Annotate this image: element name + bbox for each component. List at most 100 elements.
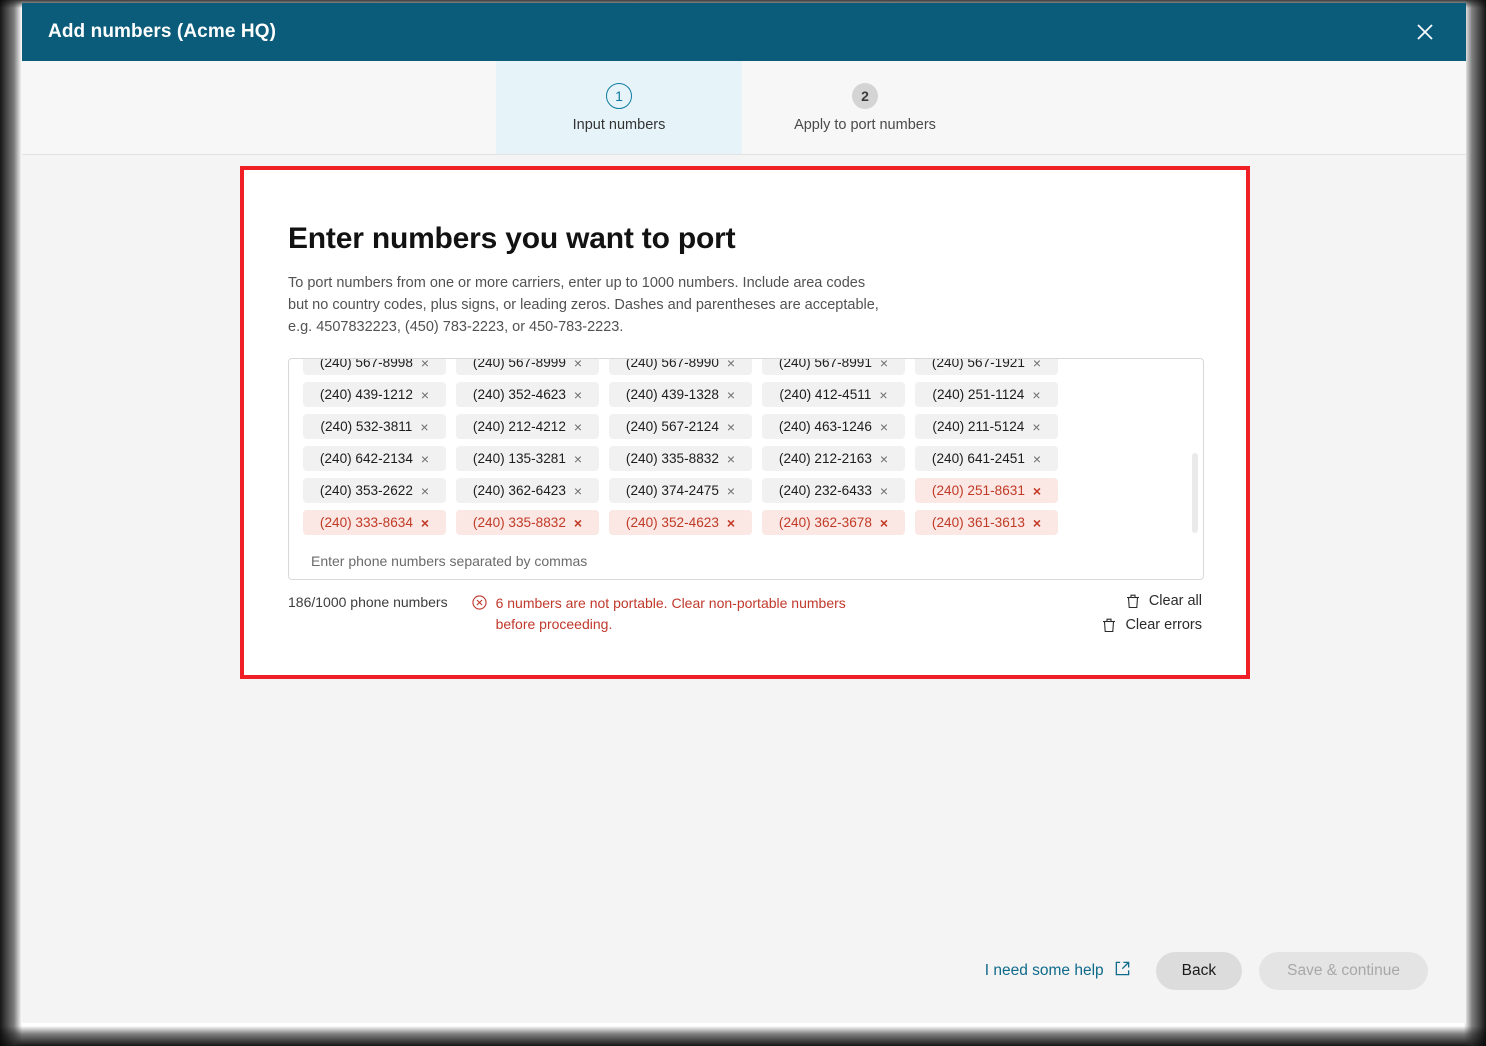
phone-number-chip-label: (240) 135-3281 — [472, 451, 566, 466]
close-icon[interactable]: × — [880, 452, 888, 466]
phone-number-chip[interactable]: (240) 567-2124 × — [609, 414, 752, 439]
external-link-icon — [1114, 960, 1131, 982]
close-icon[interactable]: × — [421, 452, 429, 466]
step-input-numbers[interactable]: 1 Input numbers — [496, 61, 742, 154]
phone-number-chip[interactable]: (240) 212-4212 × — [456, 414, 599, 439]
step-1-number: 1 — [606, 82, 632, 109]
close-icon[interactable]: × — [1033, 452, 1041, 466]
phone-number-chip[interactable]: (240) 532-3811 × — [303, 414, 446, 439]
not-portable-error: 6 numbers are not portable. Clear non-po… — [471, 593, 874, 635]
step-1-label: Input numbers — [572, 116, 666, 133]
close-icon[interactable] — [1408, 15, 1442, 49]
close-icon[interactable]: × — [574, 420, 582, 434]
close-icon[interactable]: × — [727, 359, 735, 370]
phone-number-chip[interactable]: (240) 353-2622 × — [303, 478, 446, 503]
phone-number-chip[interactable]: (240) 567-8991 × — [762, 359, 905, 375]
phone-number-chip-label: (240) 333-8634 — [319, 515, 413, 530]
modal-titlebar: Add numbers (Acme HQ) — [22, 3, 1466, 61]
close-icon[interactable]: × — [574, 359, 582, 370]
phone-number-chip-label: (240) 532-3811 — [320, 419, 413, 434]
phone-number-text-entry[interactable]: Enter phone numbers separated by commas — [289, 543, 1203, 579]
phone-number-chip[interactable]: (240) 463-1246 × — [762, 414, 905, 439]
phone-numbers-input[interactable]: (240) 567-8998 × (240) 567-8999 × (240) 567-… — [288, 358, 1204, 580]
close-icon[interactable]: × — [880, 420, 888, 434]
close-icon[interactable]: × — [574, 452, 582, 466]
input-meta-row: 186/1000 phone numbers 6 numbers are not… — [288, 593, 1204, 635]
close-icon[interactable]: × — [880, 516, 888, 530]
phone-number-chip-error[interactable]: (240) 335-8832 × — [456, 510, 599, 535]
phone-number-chip[interactable]: (240) 135-3281 × — [456, 446, 599, 471]
close-icon[interactable]: × — [879, 388, 887, 402]
phone-number-chip[interactable]: (240) 352-4623 × — [456, 382, 599, 407]
close-icon[interactable]: × — [421, 484, 429, 498]
close-icon[interactable]: × — [574, 388, 582, 402]
close-icon[interactable]: × — [727, 388, 735, 402]
phone-number-chip[interactable]: (240) 212-2163 × — [762, 446, 905, 471]
phone-number-chip-label: (240) 567-1921 — [931, 359, 1025, 370]
phone-number-chip[interactable]: (240) 567-8990 × — [609, 359, 752, 375]
close-icon[interactable]: × — [421, 388, 429, 402]
phone-number-chip[interactable]: (240) 439-1328 × — [609, 382, 752, 407]
back-button[interactable]: Back — [1155, 952, 1243, 990]
phone-number-chip[interactable]: (240) 232-6433 × — [762, 478, 905, 503]
phone-number-chip[interactable]: (240) 567-1921 × — [915, 359, 1058, 375]
close-icon[interactable]: × — [1032, 388, 1040, 402]
close-icon[interactable]: × — [727, 484, 735, 498]
phone-number-chip-error[interactable]: (240) 362-3678 × — [762, 510, 905, 535]
phone-number-chip[interactable]: (240) 567-8998 × — [303, 359, 446, 375]
phone-number-chip-label: (240) 439-1328 — [625, 387, 719, 402]
phone-number-chip-label: (240) 212-4212 — [472, 419, 566, 434]
phone-number-chip[interactable]: (240) 567-8999 × — [456, 359, 599, 375]
close-icon[interactable]: × — [421, 359, 429, 370]
phone-number-chip-row: (240) 642-2134 × (240) 135-3281 × (240) 335-… — [303, 446, 1189, 471]
phone-number-chip[interactable]: (240) 211-5124 × — [915, 414, 1058, 439]
close-icon[interactable]: × — [727, 420, 735, 434]
phone-number-chip[interactable]: (240) 412-4511 × — [762, 382, 905, 407]
close-icon[interactable]: × — [880, 359, 888, 370]
phone-number-chip-label: (240) 439-1212 — [319, 387, 413, 402]
phone-number-chip[interactable]: (240) 362-6423 × — [456, 478, 599, 503]
phone-number-chip[interactable]: (240) 439-1212 × — [303, 382, 446, 407]
step-apply-to-port-numbers[interactable]: 2 Apply to port numbers — [742, 61, 988, 154]
close-icon[interactable]: × — [1033, 484, 1041, 498]
modal-title: Add numbers (Acme HQ) — [48, 21, 277, 42]
phone-number-chip-label: (240) 335-8832 — [625, 451, 719, 466]
phone-number-chip-error[interactable]: (240) 333-8634 × — [303, 510, 446, 535]
phone-number-chip-label: (240) 362-3678 — [778, 515, 872, 530]
close-icon[interactable]: × — [880, 484, 888, 498]
chips-scrollbar[interactable] — [1192, 365, 1198, 565]
phone-number-chip-label: (240) 352-4623 — [625, 515, 719, 530]
phone-number-chip-error[interactable]: (240) 352-4623 × — [609, 510, 752, 535]
phone-number-chip[interactable]: (240) 335-8832 × — [609, 446, 752, 471]
phone-number-chip[interactable]: (240) 641-2451 × — [915, 446, 1058, 471]
close-icon[interactable]: × — [421, 516, 429, 530]
chips-scrollbar-thumb[interactable] — [1192, 453, 1198, 533]
error-message: 6 numbers are not portable. Clear non-po… — [495, 595, 846, 632]
phone-number-chip-row: (240) 567-8998 × (240) 567-8999 × (240) 567-… — [303, 359, 1189, 375]
phone-number-chip-label: (240) 567-8990 — [625, 359, 719, 370]
phone-number-chip[interactable]: (240) 251-1124 × — [915, 382, 1058, 407]
clear-errors-label: Clear errors — [1125, 617, 1202, 633]
phone-number-chip-label: (240) 463-1246 — [778, 419, 872, 434]
save-and-continue-button: Save & continue — [1259, 952, 1428, 990]
help-link[interactable]: I need some help — [985, 960, 1131, 982]
phone-number-chip-label: (240) 641-2451 — [931, 451, 1025, 466]
close-icon[interactable]: × — [727, 452, 735, 466]
phone-number-chip[interactable]: (240) 642-2134 × — [303, 446, 446, 471]
close-icon[interactable]: × — [727, 516, 735, 530]
close-icon[interactable]: × — [1033, 516, 1041, 530]
clear-errors-button[interactable]: Clear errors — [1102, 617, 1202, 633]
phone-number-chip-error[interactable]: (240) 251-8631 × — [915, 478, 1058, 503]
close-icon[interactable]: × — [420, 420, 428, 434]
clear-all-button[interactable]: Clear all — [1126, 593, 1202, 609]
close-icon[interactable]: × — [1033, 359, 1041, 370]
annotation-highlight: Enter numbers you want to port To port n… — [240, 166, 1250, 679]
phone-number-chip-label: (240) 412-4511 — [779, 387, 872, 402]
close-icon[interactable]: × — [574, 516, 582, 530]
close-icon[interactable]: × — [1032, 420, 1040, 434]
close-icon[interactable]: × — [574, 484, 582, 498]
phone-number-chip[interactable]: (240) 374-2475 × — [609, 478, 752, 503]
phone-number-chip-label: (240) 232-6433 — [778, 483, 872, 498]
phone-number-chip-row: (240) 439-1212 × (240) 352-4623 × (240) 439-… — [303, 382, 1189, 407]
phone-number-chip-error[interactable]: (240) 361-3613 × — [915, 510, 1058, 535]
